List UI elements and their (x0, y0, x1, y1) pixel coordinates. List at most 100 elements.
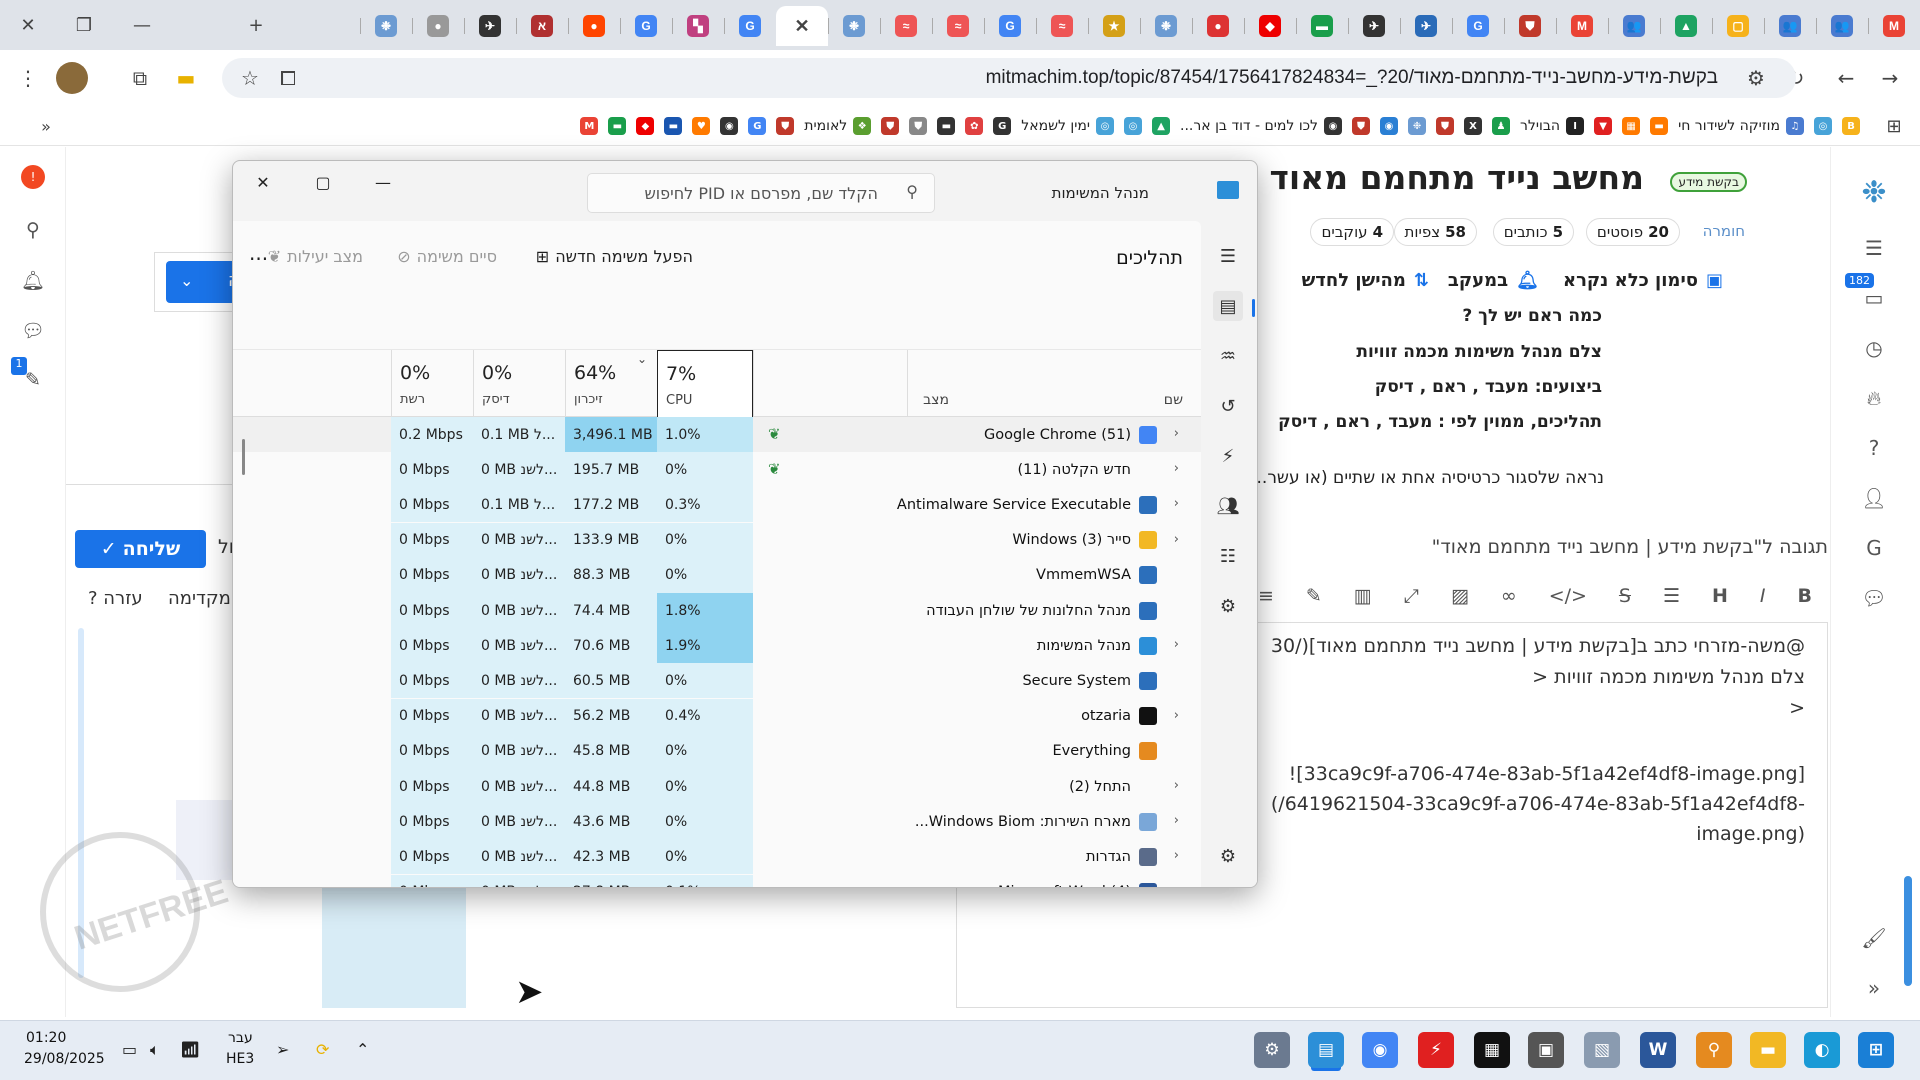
col-name[interactable]: שם (1164, 392, 1183, 408)
browser-tab[interactable]: ▬ (1296, 6, 1348, 46)
brush-icon[interactable]: 🖌︎ (1859, 923, 1889, 953)
browser-tab[interactable]: ❉ (1140, 6, 1192, 46)
process-row[interactable]: 0.2 Mbps 0.1 MB ל... 3,496.1 MB 1.0% Google … (233, 417, 1201, 452)
process-row[interactable]: 0 Mbps 0 MB לשנ... 133.9 MB 0% סייר Windows … (233, 522, 1201, 558)
battery-icon[interactable]: ▭ (122, 1040, 137, 1059)
profile-avatar[interactable] (56, 62, 88, 94)
popular-icon[interactable]: 🔥︎ (1859, 383, 1889, 413)
maximize-button[interactable]: ▢ (293, 163, 353, 201)
bold-icon[interactable]: B (1797, 585, 1811, 607)
user-icon[interactable]: 👤︎ (1859, 483, 1889, 513)
browser-tab[interactable]: ▢ (1712, 6, 1764, 46)
browser-tab[interactable]: ✈ (1400, 6, 1452, 46)
clock-time[interactable]: 01:20 (26, 1030, 66, 1046)
col-memory[interactable]: 64% זיכרון ⌄ (565, 350, 657, 418)
notification-dot[interactable]: ! (21, 165, 45, 189)
browser-tab[interactable]: ◆ (1244, 6, 1296, 46)
bookmark-item[interactable]: ▦ (1622, 112, 1641, 140)
browser-tab[interactable]: ▲ (1660, 6, 1712, 46)
process-row[interactable]: 0 Mbps 0 MB לשנ... 56.2 MB 0.4% otzaria › (233, 698, 1201, 734)
forward-icon[interactable]: → (1874, 62, 1906, 94)
bookmark-item[interactable]: ⛊ (1352, 112, 1371, 140)
process-row[interactable]: 0 Mbps 0 MB לשנ... 74.4 MB 1.8% מנהל החלונות… (233, 593, 1201, 628)
mark-unread-button[interactable]: ▣ סימון כלא נקרא (1563, 270, 1723, 291)
browser-tab[interactable]: M (1868, 6, 1920, 46)
bookmark-item[interactable]: ⛊ (909, 112, 928, 140)
browser-tab[interactable]: ≈ (932, 6, 984, 46)
browser-tab[interactable]: G (724, 6, 776, 46)
chat-icon[interactable]: 💬︎ (18, 315, 48, 345)
app-history-icon[interactable]: ↺ (1213, 391, 1243, 421)
bookmark-item[interactable]: X (1464, 112, 1483, 140)
expand-chevron-icon[interactable]: › (1174, 848, 1179, 863)
browser-tab[interactable]: ● (568, 6, 620, 46)
strikethrough-icon[interactable]: S (1619, 585, 1631, 607)
bookmark-item[interactable]: G (993, 112, 1012, 140)
topic-category-badge[interactable]: בקשת מידע (1670, 172, 1747, 192)
expand-chevron-icon[interactable]: › (1174, 461, 1179, 476)
browser-tab[interactable]: ✈ (464, 6, 516, 46)
process-row[interactable]: 0 Mbps 0 MB לשנ... 60.5 MB 0% Secure System (233, 663, 1201, 699)
start-taskbar-icon[interactable]: ⊞ (1858, 1032, 1894, 1068)
pen-icon[interactable]: ✎ (1306, 585, 1322, 607)
expand-chevron-icon[interactable]: › (1174, 708, 1179, 723)
bookmark-item[interactable]: ♥ (692, 112, 711, 140)
send-icon[interactable]: ➢ (276, 1040, 289, 1059)
list-scrollbar[interactable] (242, 439, 245, 475)
bookmark-item[interactable]: ❖ לאומית (804, 112, 872, 140)
col-network[interactable]: 0% רשת (391, 350, 473, 418)
link-icon[interactable]: ∞ (1501, 585, 1517, 607)
bookmark-item[interactable]: ❉ (1408, 112, 1427, 140)
col-cpu[interactable]: 7% CPU (657, 350, 753, 418)
bookmark-item[interactable]: ◎ (1124, 112, 1143, 140)
bookmark-item[interactable]: ♟ (1492, 112, 1511, 140)
back-icon[interactable]: ← (1830, 62, 1862, 94)
expand-chevron-icon[interactable]: › (1174, 532, 1179, 547)
browser-tab[interactable]: ★ (1088, 6, 1140, 46)
browser-tab[interactable]: ❉ (828, 6, 880, 46)
edge-taskbar-icon[interactable]: ◐ (1804, 1032, 1840, 1068)
performance-icon[interactable]: ♒ (1213, 341, 1243, 371)
minimize-window-icon[interactable]: — (122, 8, 162, 42)
bookmark-item[interactable]: ▬ (608, 112, 627, 140)
expand-chevron-icon[interactable]: › (1174, 884, 1179, 887)
everything-taskbar-icon[interactable]: ⚲ (1696, 1032, 1732, 1068)
expand-chevron-icon[interactable]: › (1174, 426, 1179, 441)
bookmark-item[interactable]: I הבוילר (1520, 112, 1585, 140)
process-row[interactable]: 0 Mbps 0 MB לשנ... 70.6 MB 1.9% מנהל המשימות… (233, 628, 1201, 664)
browser-tab[interactable]: G (984, 6, 1036, 46)
expand-icon[interactable]: ⤢ (1404, 585, 1419, 607)
bookmark-star-icon[interactable]: ☆ (234, 62, 266, 94)
expand-icon[interactable]: » (1859, 973, 1889, 1003)
expand-chevron-icon[interactable]: › (1174, 813, 1179, 828)
otzaria-taskbar-icon[interactable]: ▦ (1474, 1032, 1510, 1068)
bookmark-item[interactable]: M (580, 112, 599, 140)
more-bookmarks-icon[interactable]: » (30, 110, 62, 142)
expand-chevron-icon[interactable]: › (1174, 637, 1179, 652)
col-disk[interactable]: 0% דיסק (473, 350, 565, 418)
process-row[interactable]: 0 Mbps 0 MB לשנ... 42.3 MB 0% הגדרות › (233, 839, 1201, 875)
process-row[interactable]: 0 Mbps 0.1 MB ל... 177.2 MB 0.3% Antimalware… (233, 487, 1201, 523)
chat-bubble-icon[interactable]: 💬︎ (1859, 583, 1889, 613)
startup-icon[interactable]: ⚡ (1213, 441, 1243, 471)
bookmark-item[interactable]: ▲ (1152, 112, 1171, 140)
help-icon[interactable]: ? (1859, 433, 1889, 463)
hamburger-icon[interactable]: ☰ (1213, 241, 1243, 271)
services-icon[interactable]: ⚙ (1213, 591, 1243, 621)
settings-taskbar-icon[interactable]: ⚙ (1254, 1032, 1290, 1068)
wifi-icon[interactable]: 📶︎ (180, 1040, 200, 1059)
bookmark-item[interactable]: ▬ (1650, 112, 1669, 140)
active-tab[interactable]: ✕ (776, 6, 828, 46)
process-row[interactable]: 0 Mbps 0 MB לשנ... 45.8 MB 0% Everything (233, 733, 1201, 769)
browser-tab[interactable]: ▚ (672, 6, 724, 46)
recent-icon[interactable]: ◷ (1859, 333, 1889, 363)
bookmark-item[interactable]: ◉ לכו למים - דוד בן אר... (1180, 112, 1343, 140)
italic-icon[interactable]: I (1760, 585, 1766, 607)
process-row[interactable]: 0 Mbps 0 MB לשנ... 44.8 MB 0% התחל (2) › (233, 769, 1201, 804)
process-row[interactable]: 0 Mbps 0 MB לשנ... 88.3 MB 0% VmmemWSA (233, 557, 1201, 593)
chart-icon[interactable]: ▥ (1354, 585, 1372, 607)
input-language[interactable]: עבר (228, 1030, 253, 1046)
keyboard-layout[interactable]: HE3 (226, 1051, 254, 1067)
flash-taskbar-icon[interactable]: ⚡ (1418, 1032, 1454, 1068)
browser-tab[interactable]: ≈ (880, 6, 932, 46)
